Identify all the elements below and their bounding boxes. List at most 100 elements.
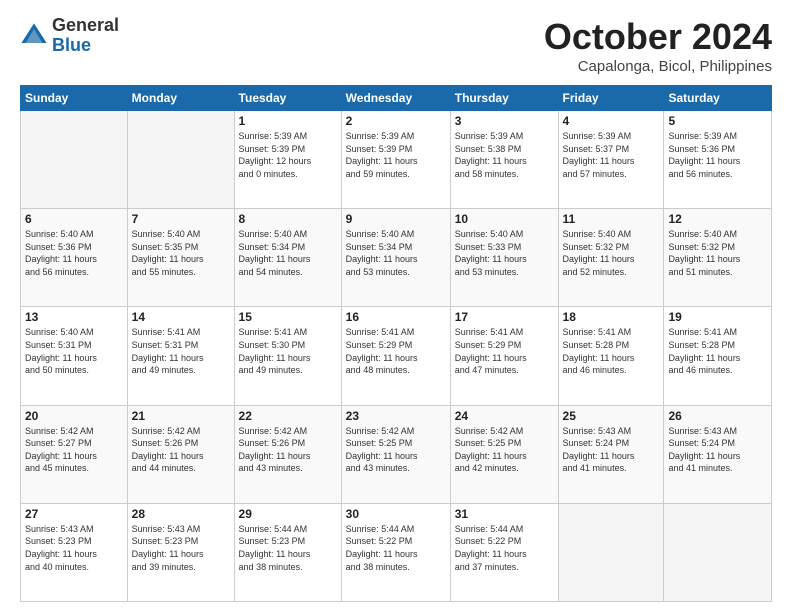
week-row-3: 13Sunrise: 5:40 AM Sunset: 5:31 PM Dayli… xyxy=(21,307,772,405)
calendar-cell: 1 Sunrise: 5:39 AM Sunset: 5:39 PM Daylig… xyxy=(234,111,341,209)
calendar-cell: 17 Sunrise: 5:41 AM Sunset: 5:29 PM Dayli… xyxy=(450,307,558,405)
day-number: 17 xyxy=(455,310,554,324)
day-info: Sunrise: 5:44 AM Sunset: 5:22 PM Dayligh… xyxy=(455,523,554,573)
day-info: Sunrise: 5:39 AM Sunset: 5:36 PM Dayligh… xyxy=(668,130,767,180)
weekday-header-tuesday: Tuesday xyxy=(234,86,341,111)
week-row-5: 27 Sunrise: 5:43 AM Sunset: 5:23 PM Dayli… xyxy=(21,503,772,601)
calendar-cell: 30Sunrise: 5:44 AM Sunset: 5:22 PM Dayli… xyxy=(341,503,450,601)
calendar-cell: 24 Sunrise: 5:42 AM Sunset: 5:25 PM Dayli… xyxy=(450,405,558,503)
week-row-1: 1 Sunrise: 5:39 AM Sunset: 5:39 PM Daylig… xyxy=(21,111,772,209)
calendar-cell: 31 Sunrise: 5:44 AM Sunset: 5:22 PM Dayli… xyxy=(450,503,558,601)
day-info: Sunrise: 5:39 AM Sunset: 5:38 PM Dayligh… xyxy=(455,130,554,180)
day-number: 26 xyxy=(668,409,767,423)
month-title: October 2024 xyxy=(544,16,772,58)
day-number: 6 xyxy=(25,212,123,226)
calendar-cell: 29 Sunrise: 5:44 AM Sunset: 5:23 PM Dayli… xyxy=(234,503,341,601)
weekday-header-row: SundayMondayTuesdayWednesdayThursdayFrid… xyxy=(21,86,772,111)
calendar-cell: 15Sunrise: 5:41 AM Sunset: 5:30 PM Dayli… xyxy=(234,307,341,405)
day-info: Sunrise: 5:40 AM Sunset: 5:31 PM Dayligh… xyxy=(25,326,123,376)
calendar-cell: 16 Sunrise: 5:41 AM Sunset: 5:29 PM Dayli… xyxy=(341,307,450,405)
calendar-cell xyxy=(558,503,664,601)
day-number: 14 xyxy=(132,310,230,324)
day-number: 22 xyxy=(239,409,337,423)
logo-text: General Blue xyxy=(52,16,119,56)
day-number: 9 xyxy=(346,212,446,226)
title-block: October 2024 Capalonga, Bicol, Philippin… xyxy=(544,16,772,75)
day-number: 7 xyxy=(132,212,230,226)
weekday-header-thursday: Thursday xyxy=(450,86,558,111)
calendar-cell: 12 Sunrise: 5:40 AM Sunset: 5:32 PM Dayli… xyxy=(664,209,772,307)
location: Capalonga, Bicol, Philippines xyxy=(544,58,772,75)
weekday-header-monday: Monday xyxy=(127,86,234,111)
day-number: 25 xyxy=(563,409,660,423)
calendar-cell: 5 Sunrise: 5:39 AM Sunset: 5:36 PM Daylig… xyxy=(664,111,772,209)
day-number: 11 xyxy=(563,212,660,226)
logo: General Blue xyxy=(20,16,119,56)
day-number: 1 xyxy=(239,114,337,128)
calendar-cell: 13Sunrise: 5:40 AM Sunset: 5:31 PM Dayli… xyxy=(21,307,128,405)
calendar-cell: 8 Sunrise: 5:40 AM Sunset: 5:34 PM Daylig… xyxy=(234,209,341,307)
day-number: 16 xyxy=(346,310,446,324)
day-number: 28 xyxy=(132,507,230,521)
day-number: 27 xyxy=(25,507,123,521)
weekday-header-friday: Friday xyxy=(558,86,664,111)
weekday-header-wednesday: Wednesday xyxy=(341,86,450,111)
day-number: 24 xyxy=(455,409,554,423)
day-number: 30 xyxy=(346,507,446,521)
day-info: Sunrise: 5:44 AM Sunset: 5:23 PM Dayligh… xyxy=(239,523,337,573)
day-info: Sunrise: 5:42 AM Sunset: 5:26 PM Dayligh… xyxy=(132,425,230,475)
calendar-cell: 25 Sunrise: 5:43 AM Sunset: 5:24 PM Dayli… xyxy=(558,405,664,503)
day-number: 12 xyxy=(668,212,767,226)
weekday-header-saturday: Saturday xyxy=(664,86,772,111)
calendar-cell: 18Sunrise: 5:41 AM Sunset: 5:28 PM Dayli… xyxy=(558,307,664,405)
day-number: 29 xyxy=(239,507,337,521)
day-number: 10 xyxy=(455,212,554,226)
week-row-2: 6 Sunrise: 5:40 AM Sunset: 5:36 PM Daylig… xyxy=(21,209,772,307)
day-info: Sunrise: 5:43 AM Sunset: 5:24 PM Dayligh… xyxy=(563,425,660,475)
day-info: Sunrise: 5:41 AM Sunset: 5:28 PM Dayligh… xyxy=(668,326,767,376)
day-info: Sunrise: 5:43 AM Sunset: 5:24 PM Dayligh… xyxy=(668,425,767,475)
week-row-4: 20 Sunrise: 5:42 AM Sunset: 5:27 PM Dayli… xyxy=(21,405,772,503)
logo-icon xyxy=(20,22,48,50)
day-info: Sunrise: 5:41 AM Sunset: 5:29 PM Dayligh… xyxy=(455,326,554,376)
calendar-cell xyxy=(127,111,234,209)
day-info: Sunrise: 5:43 AM Sunset: 5:23 PM Dayligh… xyxy=(25,523,123,573)
calendar-cell: 26 Sunrise: 5:43 AM Sunset: 5:24 PM Dayli… xyxy=(664,405,772,503)
calendar-cell: 4 Sunrise: 5:39 AM Sunset: 5:37 PM Daylig… xyxy=(558,111,664,209)
calendar-cell: 6 Sunrise: 5:40 AM Sunset: 5:36 PM Daylig… xyxy=(21,209,128,307)
day-info: Sunrise: 5:42 AM Sunset: 5:26 PM Dayligh… xyxy=(239,425,337,475)
calendar-cell: 23Sunrise: 5:42 AM Sunset: 5:25 PM Dayli… xyxy=(341,405,450,503)
day-info: Sunrise: 5:40 AM Sunset: 5:32 PM Dayligh… xyxy=(668,228,767,278)
calendar-cell: 27 Sunrise: 5:43 AM Sunset: 5:23 PM Dayli… xyxy=(21,503,128,601)
day-number: 4 xyxy=(563,114,660,128)
day-info: Sunrise: 5:42 AM Sunset: 5:27 PM Dayligh… xyxy=(25,425,123,475)
day-info: Sunrise: 5:40 AM Sunset: 5:34 PM Dayligh… xyxy=(239,228,337,278)
day-info: Sunrise: 5:41 AM Sunset: 5:29 PM Dayligh… xyxy=(346,326,446,376)
day-number: 5 xyxy=(668,114,767,128)
calendar-cell xyxy=(664,503,772,601)
day-number: 19 xyxy=(668,310,767,324)
calendar-cell: 7 Sunrise: 5:40 AM Sunset: 5:35 PM Daylig… xyxy=(127,209,234,307)
calendar-cell: 3Sunrise: 5:39 AM Sunset: 5:38 PM Daylig… xyxy=(450,111,558,209)
calendar-cell: 22 Sunrise: 5:42 AM Sunset: 5:26 PM Dayli… xyxy=(234,405,341,503)
day-info: Sunrise: 5:41 AM Sunset: 5:28 PM Dayligh… xyxy=(563,326,660,376)
day-number: 31 xyxy=(455,507,554,521)
page-header: General Blue October 2024 Capalonga, Bic… xyxy=(20,16,772,75)
day-info: Sunrise: 5:42 AM Sunset: 5:25 PM Dayligh… xyxy=(455,425,554,475)
day-info: Sunrise: 5:41 AM Sunset: 5:30 PM Dayligh… xyxy=(239,326,337,376)
day-number: 20 xyxy=(25,409,123,423)
day-info: Sunrise: 5:39 AM Sunset: 5:37 PM Dayligh… xyxy=(563,130,660,180)
day-info: Sunrise: 5:40 AM Sunset: 5:32 PM Dayligh… xyxy=(563,228,660,278)
calendar-cell: 9 Sunrise: 5:40 AM Sunset: 5:34 PM Daylig… xyxy=(341,209,450,307)
day-number: 8 xyxy=(239,212,337,226)
calendar-cell xyxy=(21,111,128,209)
calendar-cell: 21Sunrise: 5:42 AM Sunset: 5:26 PM Dayli… xyxy=(127,405,234,503)
calendar-cell: 20 Sunrise: 5:42 AM Sunset: 5:27 PM Dayli… xyxy=(21,405,128,503)
day-info: Sunrise: 5:40 AM Sunset: 5:33 PM Dayligh… xyxy=(455,228,554,278)
day-info: Sunrise: 5:40 AM Sunset: 5:34 PM Dayligh… xyxy=(346,228,446,278)
day-info: Sunrise: 5:40 AM Sunset: 5:36 PM Dayligh… xyxy=(25,228,123,278)
day-info: Sunrise: 5:39 AM Sunset: 5:39 PM Dayligh… xyxy=(239,130,337,180)
calendar-cell: 10 Sunrise: 5:40 AM Sunset: 5:33 PM Dayli… xyxy=(450,209,558,307)
day-info: Sunrise: 5:40 AM Sunset: 5:35 PM Dayligh… xyxy=(132,228,230,278)
calendar-cell: 11 Sunrise: 5:40 AM Sunset: 5:32 PM Dayli… xyxy=(558,209,664,307)
